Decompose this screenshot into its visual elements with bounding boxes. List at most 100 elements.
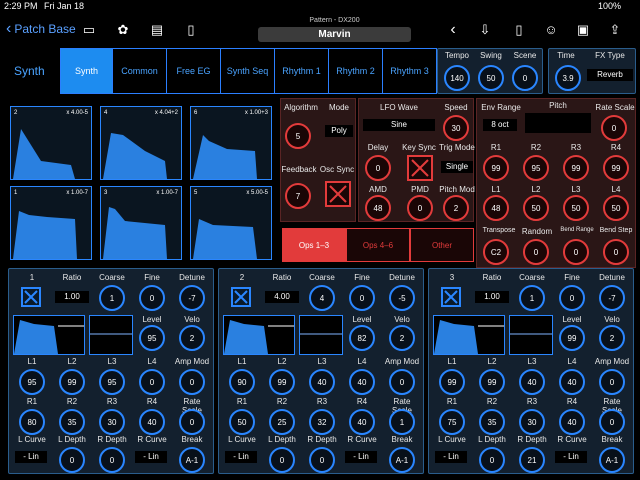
coarse-knob[interactable]: 1 [99,285,125,311]
ratio-field[interactable]: 1.00 [55,291,89,303]
op-display-1[interactable]: 1 x 1.00-7 [10,186,92,260]
l2-knob[interactable]: 99 [479,369,505,395]
bend-range-knob[interactable]: 0 [563,239,589,265]
fine-knob[interactable]: 0 [349,285,375,311]
palette-icon[interactable]: ✿ [114,22,132,38]
break-knob[interactable]: A-1 [389,447,415,473]
op-enable-toggle[interactable] [21,287,41,307]
tempo-knob[interactable]: 140 [444,65,470,91]
break-knob[interactable]: A-1 [599,447,625,473]
pitch-l4-knob[interactable]: 50 [603,195,629,221]
r4-knob[interactable]: 40 [349,409,375,435]
pitch-mod-knob[interactable]: 2 [443,195,469,221]
coarse-knob[interactable]: 1 [519,285,545,311]
share-icon[interactable]: ⇪ [606,22,624,38]
pitch-r4-knob[interactable]: 99 [603,155,629,181]
key-sync-toggle[interactable] [407,155,433,181]
r3-knob[interactable]: 32 [309,409,335,435]
l4-knob[interactable]: 0 [139,369,165,395]
l-depth-knob[interactable]: 0 [269,447,295,473]
r4-knob[interactable]: 40 [139,409,165,435]
pitch-l3-knob[interactable]: 50 [563,195,589,221]
l4-knob[interactable]: 40 [559,369,585,395]
r-depth-knob[interactable]: 0 [309,447,335,473]
pitch-env-graph[interactable] [525,113,591,133]
feedback-knob[interactable]: 7 [285,183,311,209]
swing-knob[interactable]: 50 [478,65,504,91]
fine-knob[interactable]: 0 [559,285,585,311]
op-envelope-graph[interactable] [433,315,505,355]
break-knob[interactable]: A-1 [179,447,205,473]
back-button[interactable]: ‹ Patch Base [6,20,76,38]
l-curve-field[interactable]: - Lin [435,451,467,463]
mode-field[interactable]: Poly [325,125,353,137]
transpose-knob[interactable]: C2 [483,239,509,265]
fine-knob[interactable]: 0 [139,285,165,311]
op-envelope-graph[interactable] [13,315,85,355]
rate-scale-knob[interactable]: 1 [389,409,415,435]
r1-knob[interactable]: 75 [439,409,465,435]
r-depth-knob[interactable]: 21 [519,447,545,473]
l1-knob[interactable]: 99 [439,369,465,395]
op-display-2[interactable]: 2 x 4.00-5 [10,106,92,180]
import-icon[interactable]: ⇩ [476,22,494,38]
chevron-left-icon[interactable]: ‹ [444,22,462,38]
theater-icon[interactable]: ☺ [542,22,560,38]
op-display-4[interactable]: 4 x 4.04+2 [100,106,182,180]
tab-free-eg[interactable]: Free EG [167,49,221,93]
l3-knob[interactable]: 95 [99,369,125,395]
r3-knob[interactable]: 30 [519,409,545,435]
delay-knob[interactable]: 0 [365,155,391,181]
ratio-field[interactable]: 1.00 [475,291,509,303]
l4-knob[interactable]: 40 [349,369,375,395]
archive-icon[interactable]: ▣ [574,22,592,38]
velo-knob[interactable]: 2 [389,325,415,351]
scene-knob[interactable]: 0 [512,65,538,91]
tab-synth-seq[interactable]: Synth Seq [221,49,275,93]
tab-common[interactable]: Common [113,49,167,93]
key-scaling-graph[interactable] [299,315,343,355]
op-enable-toggle[interactable] [441,287,461,307]
l1-knob[interactable]: 90 [229,369,255,395]
pitch-r2-knob[interactable]: 95 [523,155,549,181]
level-knob[interactable]: 99 [559,325,585,351]
op-display-6[interactable]: 6 x 1.00+3 [190,106,272,180]
velo-knob[interactable]: 2 [179,325,205,351]
l1-knob[interactable]: 95 [19,369,45,395]
rate-scale-knob[interactable]: 0 [179,409,205,435]
tab-ops-4-6[interactable]: Ops 4–6 [346,228,410,262]
fx-time-knob[interactable]: 3.9 [555,65,581,91]
pitch-l1-knob[interactable]: 48 [483,195,509,221]
rate-scale-knob[interactable]: 0 [599,409,625,435]
r-depth-knob[interactable]: 0 [99,447,125,473]
pitch-r1-knob[interactable]: 99 [483,155,509,181]
folder-icon[interactable]: ▭ [80,22,98,38]
level-knob[interactable]: 95 [139,325,165,351]
r2-knob[interactable]: 35 [59,409,85,435]
detune-knob[interactable]: -5 [389,285,415,311]
r2-knob[interactable]: 35 [479,409,505,435]
r3-knob[interactable]: 30 [99,409,125,435]
r2-knob[interactable]: 25 [269,409,295,435]
r1-knob[interactable]: 80 [19,409,45,435]
l2-knob[interactable]: 99 [269,369,295,395]
ratio-field[interactable]: 4.00 [265,291,299,303]
op-enable-toggle[interactable] [231,287,251,307]
l2-knob[interactable]: 99 [59,369,85,395]
amp-mod-knob[interactable]: 0 [389,369,415,395]
amp-mod-knob[interactable]: 0 [179,369,205,395]
tab-synth[interactable]: Synth [61,49,113,93]
coarse-knob[interactable]: 4 [309,285,335,311]
op-display-5[interactable]: 5 x 5.00-5 [190,186,272,260]
r-curve-field[interactable]: - Lin [135,451,167,463]
piano-icon[interactable]: ▤ [148,22,166,38]
amd-knob[interactable]: 48 [365,195,391,221]
detune-knob[interactable]: -7 [599,285,625,311]
patch-name[interactable]: Marvin [258,27,411,42]
op-envelope-graph[interactable] [223,315,295,355]
velo-knob[interactable]: 2 [599,325,625,351]
lfo-wave-field[interactable]: Sine [363,119,435,131]
tab-rhythm-2[interactable]: Rhythm 2 [329,49,383,93]
env-range-field[interactable]: 8 oct [483,119,517,131]
phone-icon[interactable]: ▯ [182,22,200,38]
